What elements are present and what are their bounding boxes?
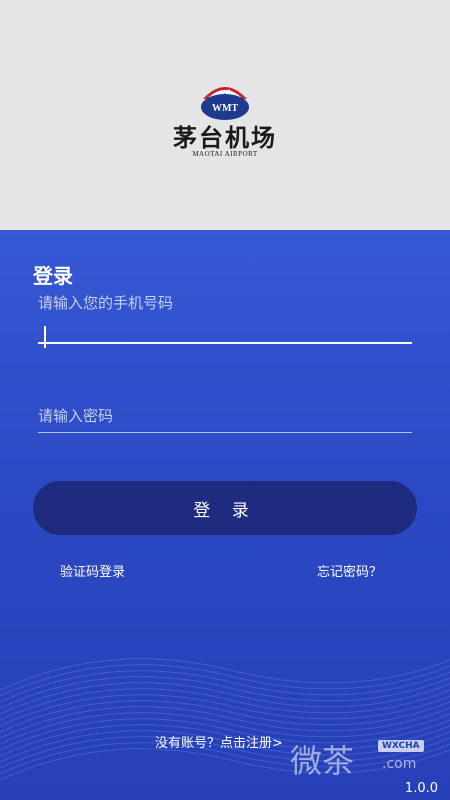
phone-input-row[interactable] <box>38 314 412 354</box>
watermark-badge: WXCHA <box>378 740 424 752</box>
airport-logo-icon: WMT <box>201 87 249 120</box>
version-label: 1.0.0 <box>404 781 438 796</box>
phone-input[interactable] <box>38 314 412 342</box>
sms-login-link[interactable]: 验证码登录 <box>60 561 125 580</box>
text-caret <box>44 326 46 348</box>
forgot-password-link[interactable]: 忘记密码？ <box>317 561 382 580</box>
login-title: 登录 <box>33 264 73 288</box>
register-link[interactable]: 没有账号？点击注册> <box>155 732 283 751</box>
logo-name-cn: 茅台机场 <box>173 123 277 152</box>
password-input[interactable] <box>38 402 412 430</box>
logo-name-en: MAOTAI AIRPORT <box>192 150 258 158</box>
password-field[interactable] <box>38 402 412 433</box>
watermark-cn: 微茶 <box>290 742 355 780</box>
watermark-com: .com <box>382 756 417 772</box>
login-button[interactable]: 登 录 <box>33 481 417 535</box>
password-underline <box>38 432 412 433</box>
phone-field[interactable]: 请输入您的手机号码 <box>38 292 412 354</box>
login-panel: 登录 请输入您的手机号码 登 录 验证码登录 忘记密码？ 没有账号？点击注册> … <box>0 230 450 800</box>
phone-underline <box>38 342 412 344</box>
app-header: WMT 茅台机场 MAOTAI AIRPORT <box>0 0 450 230</box>
phone-label: 请输入您的手机号码 <box>38 294 174 312</box>
logo-emblem-text: WMT <box>212 103 238 114</box>
